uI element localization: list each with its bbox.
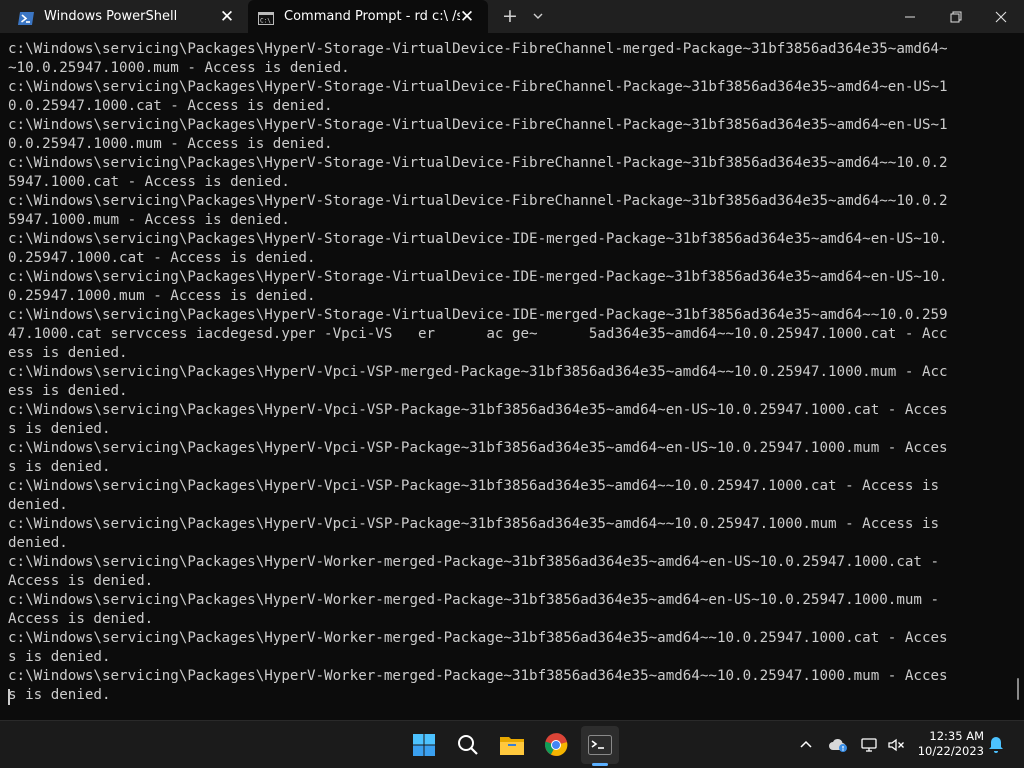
chevron-down-icon[interactable] (528, 6, 548, 26)
terminal-line: c:\Windows\servicing\Packages\HyperV-Wor… (8, 554, 940, 570)
system-clock[interactable]: 12:35 AM 10/22/2023 (912, 729, 984, 759)
close-icon[interactable]: ✕ (456, 6, 478, 28)
network-icon[interactable] (860, 735, 880, 755)
terminal-line: c:\Windows\servicing\Packages\HyperV-Wor… (8, 592, 940, 608)
tab-title: Windows PowerShell (44, 9, 178, 24)
terminal-line: c:\Windows\servicing\Packages\HyperV-Sto… (8, 231, 948, 247)
terminal-line: ess is denied. (8, 383, 128, 399)
volume-muted-icon[interactable] (886, 735, 906, 755)
tab-title: Command Prompt - rd c:\ /s / (284, 9, 460, 24)
bell-icon[interactable] (986, 735, 1006, 755)
text-cursor (8, 689, 10, 705)
terminal-output[interactable]: c:\Windows\servicing\Packages\HyperV-Sto… (8, 40, 1004, 720)
terminal-line: c:\Windows\servicing\Packages\HyperV-Sto… (8, 41, 948, 57)
taskbar: 12:35 AM 10/22/2023 (0, 720, 1024, 768)
active-app-indicator (592, 763, 608, 766)
terminal-line: denied. (8, 535, 68, 551)
terminal-line: c:\Windows\servicing\Packages\HyperV-Wor… (8, 668, 948, 684)
terminal-line: c:\Windows\servicing\Packages\HyperV-Sto… (8, 117, 948, 133)
clock-date: 10/22/2023 (917, 744, 984, 758)
minimize-icon[interactable] (887, 0, 933, 33)
chevron-up-icon[interactable] (796, 735, 816, 755)
terminal-line: c:\Windows\servicing\Packages\HyperV-Vpc… (8, 516, 940, 532)
close-icon[interactable] (978, 0, 1024, 33)
terminal-line: c:\Windows\servicing\Packages\HyperV-Vpc… (8, 364, 948, 380)
terminal-line: 5947.1000.cat - Access is denied. (8, 174, 290, 190)
search-icon[interactable] (449, 726, 487, 764)
terminal-line: s is denied. (8, 687, 111, 703)
terminal-line: 47.1000.cat servccess iacdegesd.yper -Vp… (8, 326, 948, 342)
clock-time: 12:35 AM (929, 729, 984, 743)
svg-text:C:\: C:\ (260, 18, 271, 25)
powershell-icon (18, 10, 34, 25)
scrollbar-thumb[interactable] (1017, 678, 1019, 700)
terminal-line: c:\Windows\servicing\Packages\HyperV-Vpc… (8, 478, 940, 494)
terminal-line: ess is denied. (8, 345, 128, 361)
terminal-line: c:\Windows\servicing\Packages\HyperV-Sto… (8, 269, 948, 285)
terminal-line: Access is denied. (8, 573, 154, 589)
chrome-icon[interactable] (537, 726, 575, 764)
cmd-icon: C:\ (258, 10, 274, 25)
tab-bar: Windows PowerShell ✕ C:\ Command Prompt … (0, 0, 1024, 33)
terminal-line: c:\Windows\servicing\Packages\HyperV-Vpc… (8, 440, 948, 456)
terminal-line: ~10.0.25947.1000.mum - Access is denied. (8, 60, 350, 76)
terminal-line: c:\Windows\servicing\Packages\HyperV-Sto… (8, 155, 948, 171)
terminal-line: Access is denied. (8, 611, 154, 627)
terminal-line: c:\Windows\servicing\Packages\HyperV-Sto… (8, 79, 948, 95)
close-icon[interactable]: ✕ (216, 6, 238, 28)
terminal-line: 0.25947.1000.cat - Access is denied. (8, 250, 316, 266)
terminal-line: s is denied. (8, 421, 111, 437)
terminal-line: 5947.1000.mum - Access is denied. (8, 212, 290, 228)
weather-icon[interactable] (828, 735, 848, 755)
terminal-line: denied. (8, 497, 68, 513)
terminal-line: 0.0.25947.1000.cat - Access is denied. (8, 98, 333, 114)
tab-windows-powershell[interactable]: Windows PowerShell ✕ (0, 0, 245, 33)
new-tab-button[interactable]: + (498, 4, 522, 28)
file-explorer-icon[interactable] (493, 726, 531, 764)
maximize-icon[interactable] (933, 0, 979, 33)
windows-start-icon[interactable] (405, 726, 443, 764)
terminal-line: 0.25947.1000.mum - Access is denied. (8, 288, 316, 304)
terminal-line: c:\Windows\servicing\Packages\HyperV-Vpc… (8, 402, 948, 418)
terminal-line: s is denied. (8, 649, 111, 665)
terminal-line: 0.0.25947.1000.mum - Access is denied. (8, 136, 333, 152)
terminal-icon[interactable] (581, 726, 619, 764)
tab-command-prompt[interactable]: C:\ Command Prompt - rd c:\ /s / ✕ (248, 0, 488, 33)
terminal-line: c:\Windows\servicing\Packages\HyperV-Sto… (8, 193, 948, 209)
terminal-line: c:\Windows\servicing\Packages\HyperV-Sto… (8, 307, 948, 323)
terminal-line: s is denied. (8, 459, 111, 475)
terminal-line: c:\Windows\servicing\Packages\HyperV-Wor… (8, 630, 948, 646)
